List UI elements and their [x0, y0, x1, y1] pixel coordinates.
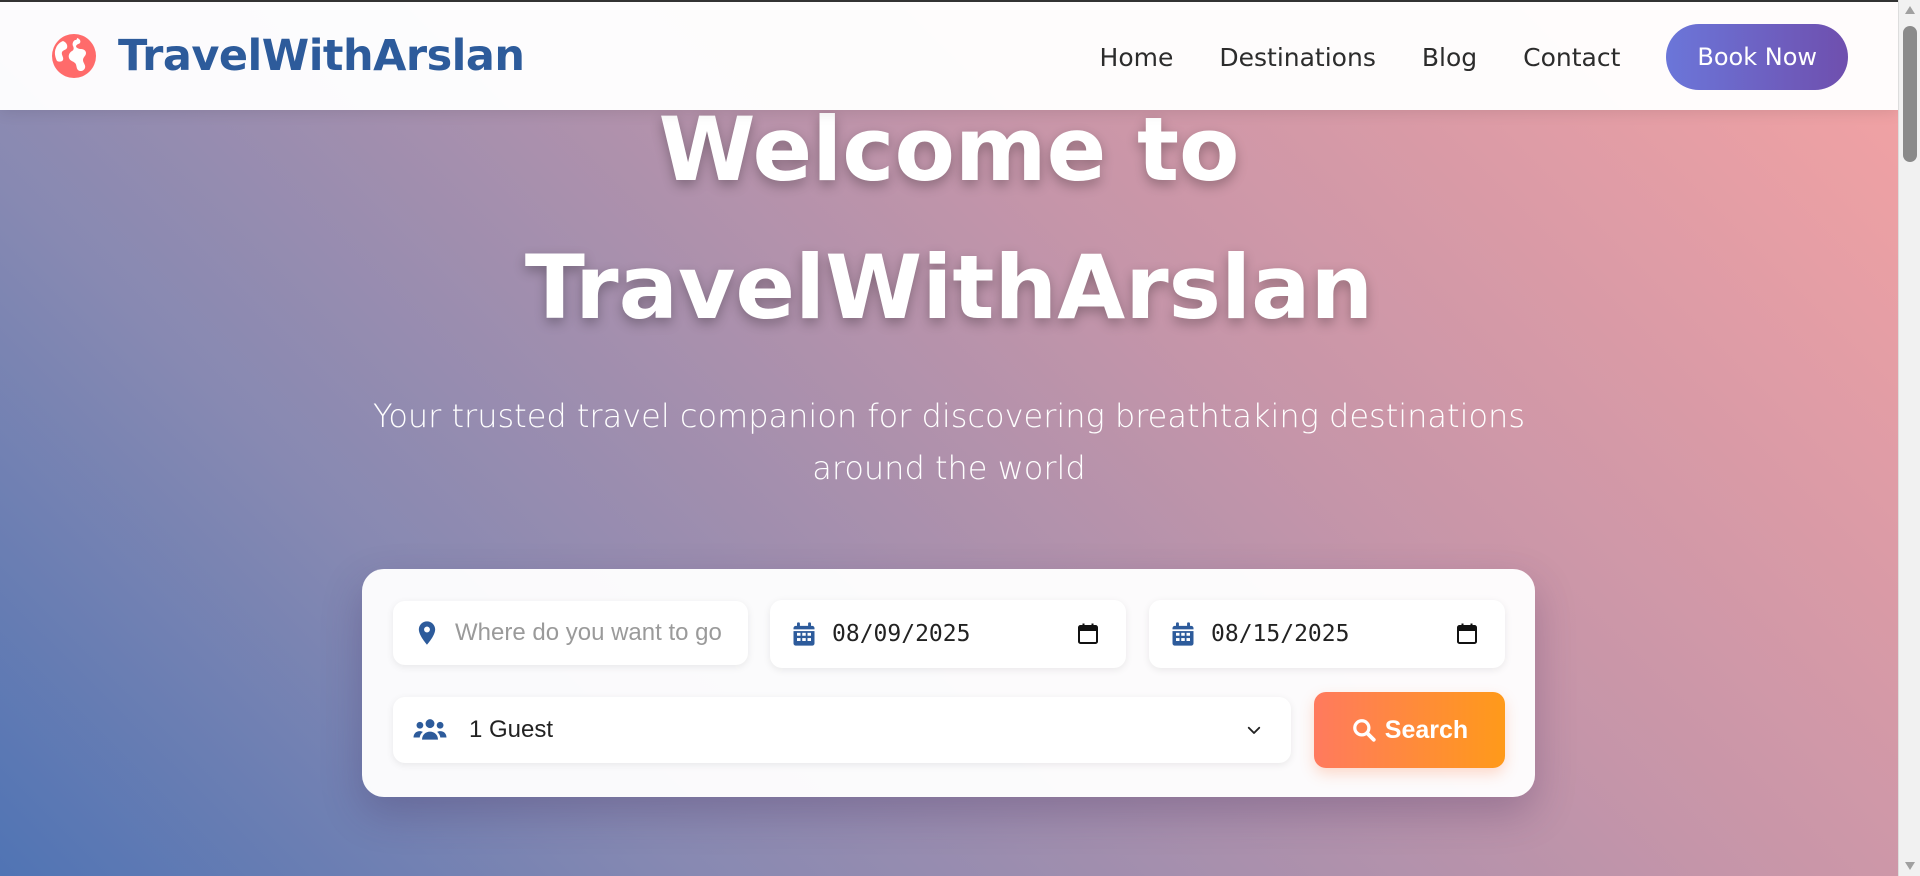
hero-title-line-2: TravelWithArslan: [524, 236, 1374, 339]
guests-value: 1 Guest: [469, 716, 554, 743]
scroll-up-arrow-icon[interactable]: [1899, 0, 1920, 20]
chevron-down-icon: [1247, 726, 1261, 734]
checkin-date-field[interactable]: 08/09/2025: [770, 600, 1126, 668]
calendar-icon: [1172, 622, 1194, 646]
checkout-date-field[interactable]: 08/15/2025: [1149, 600, 1505, 668]
search-button[interactable]: Search: [1314, 692, 1505, 768]
book-now-button[interactable]: Book Now: [1666, 24, 1848, 90]
search-card: Where do you want to go 08/09/2025 08/15…: [362, 569, 1535, 797]
hero-subtitle: Your trusted travel companion for discov…: [373, 397, 1525, 487]
destination-input[interactable]: Where do you want to go: [455, 619, 745, 647]
calendar-picker-icon[interactable]: [1455, 622, 1479, 646]
brand-name: TravelWithArslan: [118, 31, 525, 81]
site-header: TravelWithArslan Home Destinations Blog …: [0, 0, 1898, 110]
main-nav: Home Destinations Blog Contact Book Now: [1100, 24, 1848, 90]
scroll-down-arrow-icon[interactable]: [1899, 856, 1920, 876]
hero-title-line-1: Welcome to: [658, 98, 1240, 201]
calendar-icon: [793, 622, 815, 646]
nav-contact[interactable]: Contact: [1523, 43, 1620, 72]
guests-select[interactable]: 1 Guest: [393, 697, 1291, 763]
users-icon: [413, 719, 447, 740]
destination-field[interactable]: Where do you want to go: [393, 601, 748, 665]
calendar-picker-icon[interactable]: [1076, 622, 1100, 646]
map-pin-icon: [418, 621, 436, 645]
search-button-label: Search: [1384, 715, 1469, 744]
scrollbar-thumb[interactable]: [1903, 26, 1917, 162]
search-icon: [1352, 719, 1376, 742]
nav-blog[interactable]: Blog: [1422, 43, 1477, 72]
checkin-date-input[interactable]: 08/09/2025: [832, 621, 1076, 647]
nav-destinations[interactable]: Destinations: [1219, 43, 1375, 72]
globe-icon: [52, 34, 96, 78]
checkout-date-input[interactable]: 08/15/2025: [1211, 621, 1455, 647]
brand-logo[interactable]: TravelWithArslan: [50, 26, 525, 86]
page: Welcome to TravelWithArslan Your trusted…: [0, 0, 1898, 876]
vertical-scrollbar[interactable]: [1898, 0, 1920, 876]
nav-home[interactable]: Home: [1100, 43, 1174, 72]
